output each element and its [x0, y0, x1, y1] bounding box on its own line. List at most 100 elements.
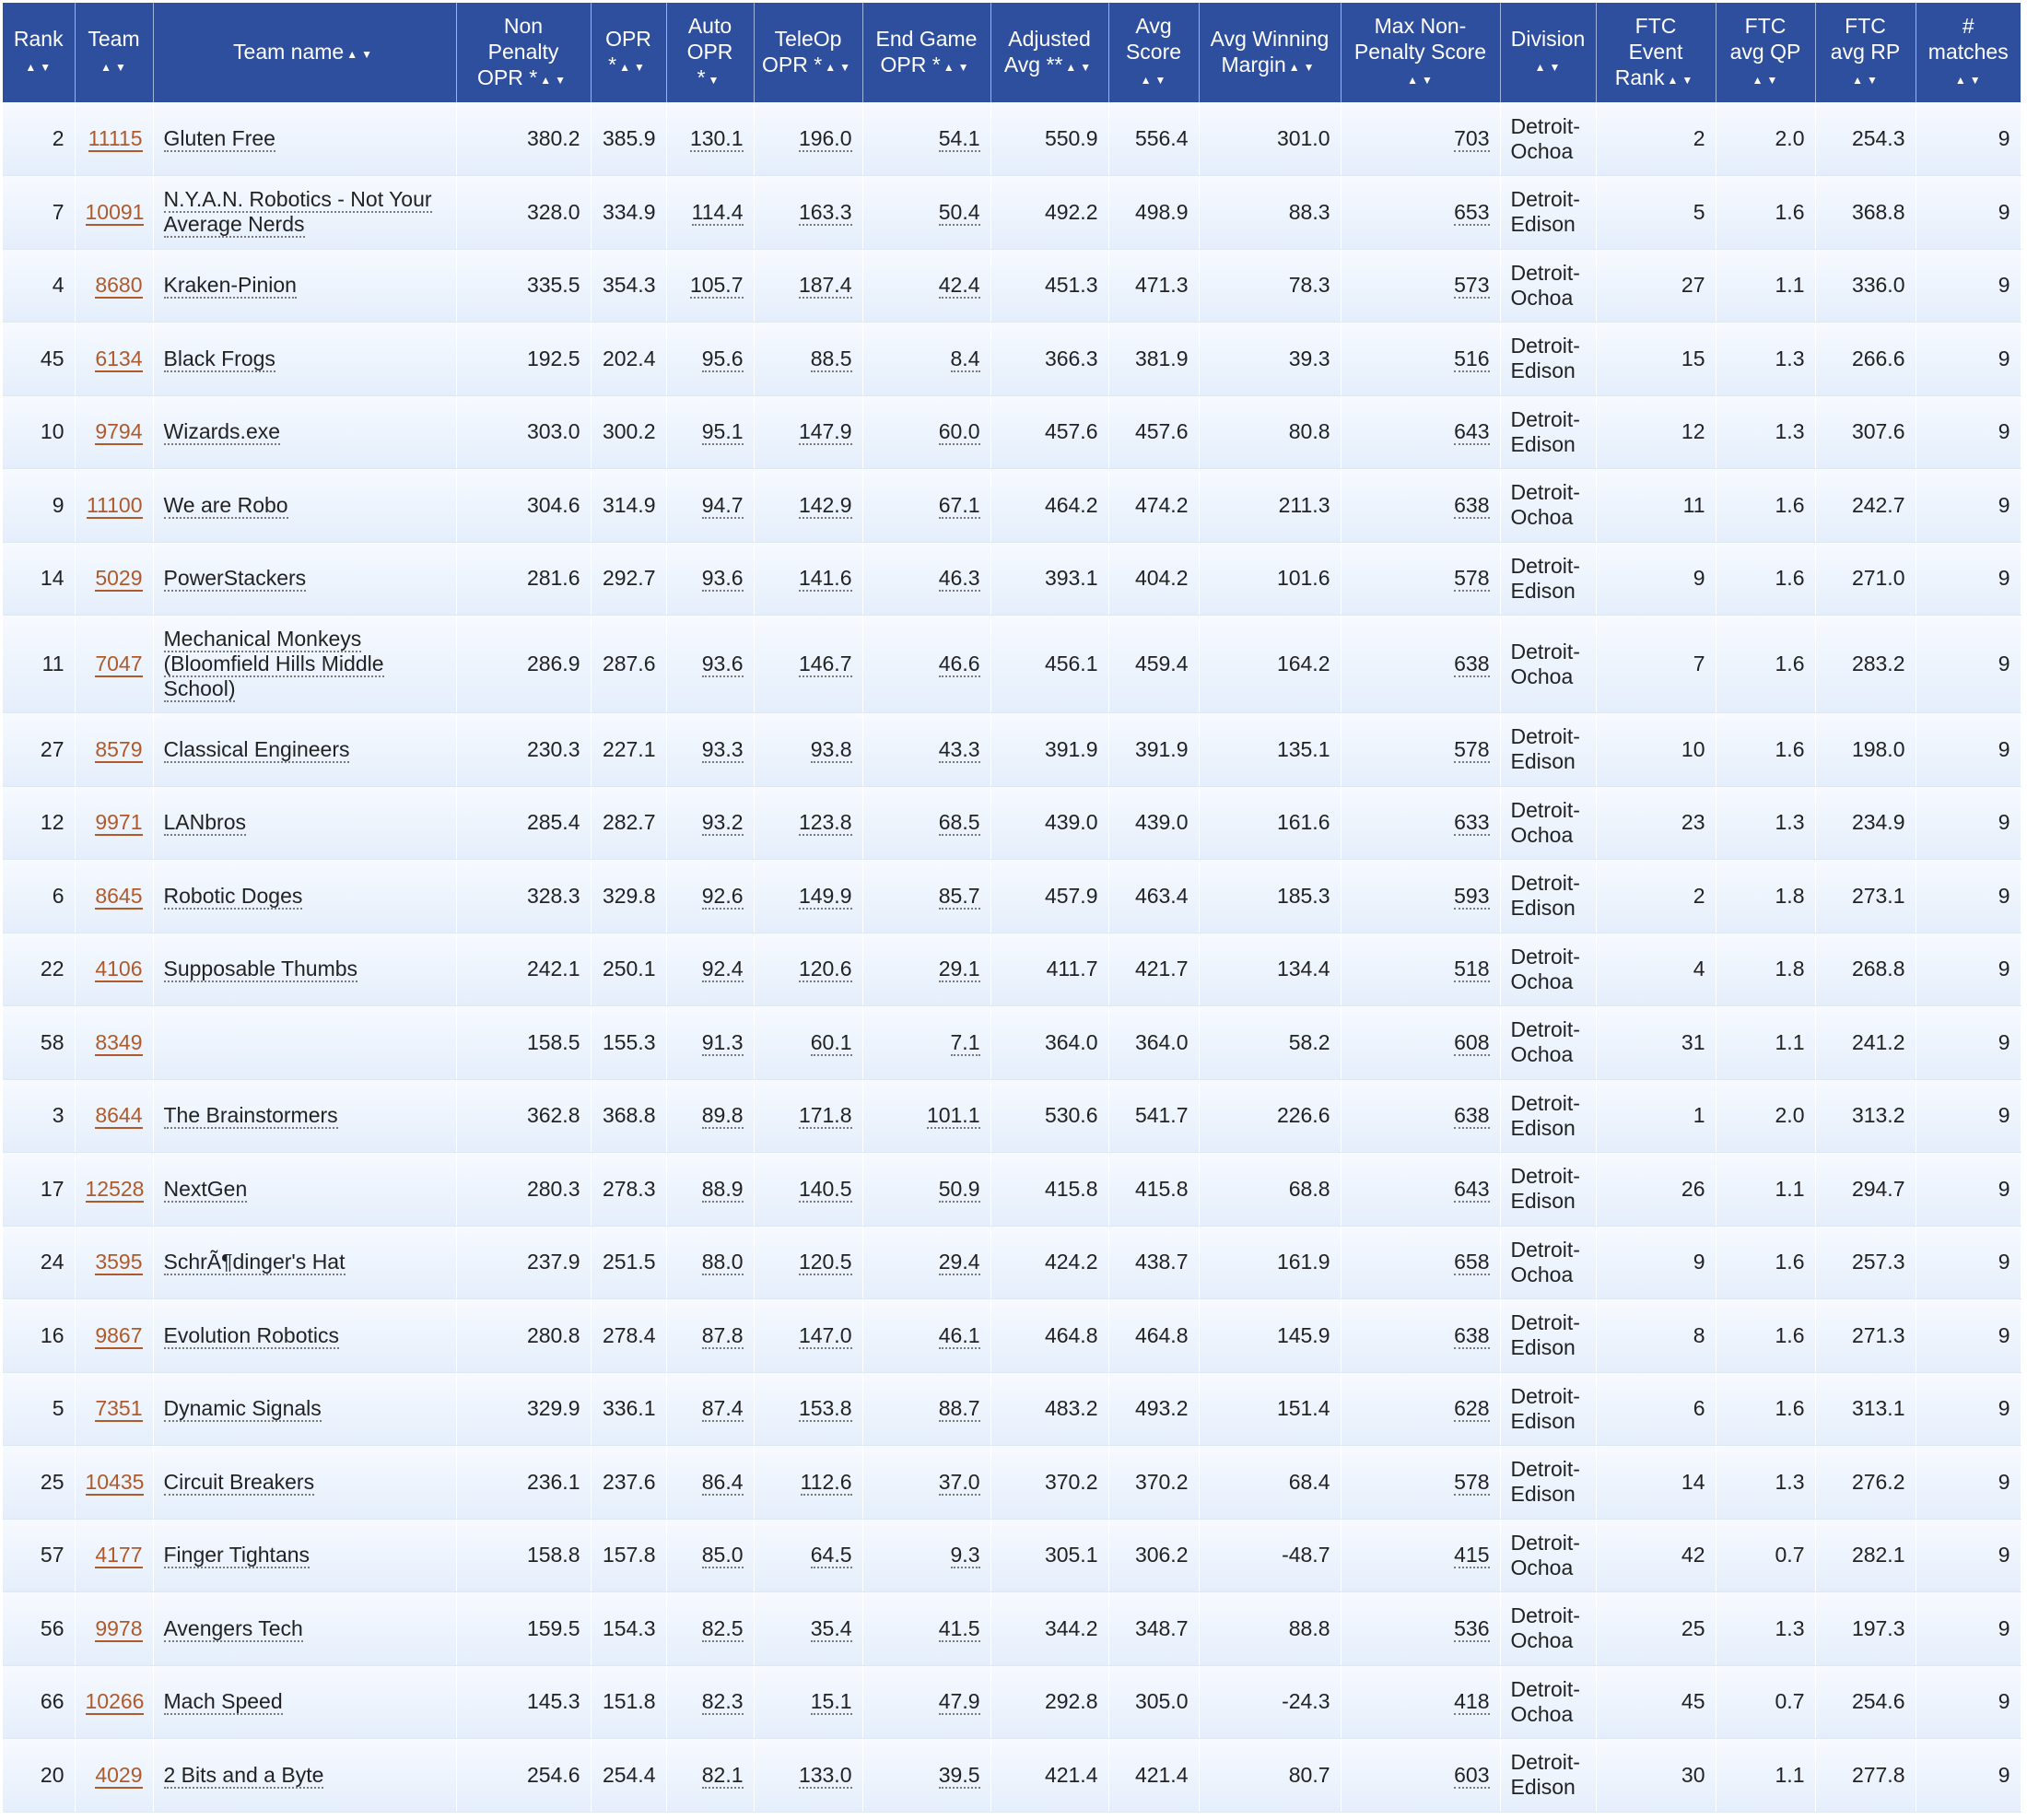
sort-arrows-icon[interactable]: ▲▼: [1955, 67, 1985, 93]
column-header-10[interactable]: Avg Winning Margin ▲▼: [1199, 3, 1342, 102]
cell-team: 7047: [75, 615, 154, 713]
team-number-link[interactable]: 7047: [95, 652, 143, 677]
column-header-12[interactable]: Division▲▼: [1500, 3, 1597, 102]
cell-name: Evolution Robotics: [153, 1298, 457, 1373]
sort-arrows-icon[interactable]: ▲▼: [1535, 54, 1564, 80]
column-header-7[interactable]: End Game OPR * ▲▼: [862, 3, 991, 102]
endgame-value: 46.6: [938, 652, 980, 677]
max-value: 518: [1454, 957, 1490, 983]
cell-matches: 9: [1916, 395, 2021, 469]
team-number-link[interactable]: 10091: [85, 199, 145, 226]
table-row: 66 10266 Mach Speed 145.3 151.8 82.3 15.1 47.9 2…: [3, 1665, 2021, 1739]
sort-arrows-icon[interactable]: ▲▼: [540, 67, 569, 93]
cell-division: Detroit- Edison: [1500, 542, 1597, 616]
cell-endgame: 39.5: [862, 1738, 991, 1813]
cell-matches: 9: [1916, 1665, 2021, 1739]
column-header-0[interactable]: Rank▲▼: [3, 3, 76, 102]
cell-adj: 364.0: [990, 1005, 1109, 1080]
sort-arrows-icon[interactable]: ▲▼: [1667, 67, 1696, 93]
team-number-link[interactable]: 9978: [95, 1615, 143, 1642]
division-text: Detroit-: [1510, 1603, 1580, 1628]
team-number-link[interactable]: 9794: [95, 419, 143, 446]
sort-arrows-icon[interactable]: ▲▼: [1752, 67, 1782, 93]
cell-qp: 1.1: [1716, 1152, 1816, 1227]
cell-division: Detroit- Ochoa: [1500, 615, 1597, 713]
column-header-1[interactable]: Team▲▼: [75, 3, 154, 102]
team-number-link[interactable]: 11100: [86, 492, 143, 519]
sort-arrows-icon[interactable]: ▼: [709, 67, 723, 93]
team-number-link[interactable]: 8644: [95, 1103, 143, 1130]
team-number-link[interactable]: 5029: [95, 566, 143, 593]
team-number-link[interactable]: 4106: [95, 957, 143, 983]
sort-arrows-icon[interactable]: ▲▼: [619, 54, 649, 80]
cell-avg: 493.2: [1108, 1372, 1200, 1446]
team-number-link[interactable]: 10266: [85, 1689, 145, 1716]
cell-max: 516: [1341, 322, 1501, 396]
cell-margin: 80.7: [1199, 1738, 1342, 1813]
endgame-value: 29.1: [938, 957, 980, 983]
team-number-link[interactable]: 9867: [95, 1322, 143, 1349]
division-text: Edison: [1510, 749, 1576, 774]
column-header-9[interactable]: Avg Score▲▼: [1108, 3, 1200, 102]
team-number-link[interactable]: 8680: [95, 273, 143, 299]
cell-max: 643: [1341, 395, 1501, 469]
cell-adj: 456.1: [990, 615, 1109, 713]
sort-arrows-icon[interactable]: ▲▼: [943, 54, 973, 80]
sort-arrows-icon[interactable]: ▲▼: [1289, 54, 1318, 80]
cell-matches: 9: [1916, 102, 2021, 176]
cell-qp: 2.0: [1716, 1079, 1816, 1153]
division-text: Edison: [1510, 1335, 1576, 1360]
sort-arrows-icon[interactable]: ▲▼: [100, 54, 130, 80]
cell-endgame: 7.1: [862, 1005, 991, 1080]
team-number-link[interactable]: 7351: [95, 1396, 143, 1423]
team-number-link[interactable]: 10435: [85, 1469, 145, 1496]
teleop-value: 93.8: [810, 736, 852, 763]
teleop-value: 88.5: [810, 346, 852, 372]
cell-np_opr: 158.5: [456, 1005, 592, 1080]
team-number-link[interactable]: 8645: [95, 883, 143, 910]
sort-arrows-icon[interactable]: ▲▼: [825, 54, 854, 80]
sort-arrows-icon[interactable]: ▲▼: [1407, 67, 1436, 93]
column-header-14[interactable]: FTC avg QP▲▼: [1716, 3, 1816, 102]
cell-avg: 457.6: [1108, 395, 1200, 469]
column-header-16[interactable]: # matches▲▼: [1916, 3, 2021, 102]
cell-avg: 370.2: [1108, 1445, 1200, 1520]
team-number-link[interactable]: 4029: [95, 1762, 143, 1789]
max-value: 415: [1454, 1543, 1490, 1569]
cell-name: Gluten Free: [153, 102, 457, 176]
cell-np_opr: 285.4: [456, 786, 592, 860]
team-number-link[interactable]: 3595: [95, 1250, 143, 1276]
cell-avg: 439.0: [1108, 786, 1200, 860]
endgame-value: 101.1: [926, 1103, 980, 1130]
cell-opr: 237.6: [591, 1445, 667, 1520]
cell-auto: 82.1: [666, 1738, 755, 1813]
sort-arrows-icon[interactable]: ▲▼: [1852, 67, 1881, 93]
team-number-link[interactable]: 8579: [95, 736, 143, 763]
team-number-link[interactable]: 12528: [85, 1176, 145, 1203]
column-header-6[interactable]: TeleOp OPR * ▲▼: [754, 3, 863, 102]
team-number-link[interactable]: 8349: [95, 1029, 143, 1056]
column-header-3[interactable]: Non Penalty OPR * ▲▼: [456, 3, 592, 102]
column-header-8[interactable]: Adjusted Avg ** ▲▼: [990, 3, 1109, 102]
team-number-link[interactable]: 4177: [95, 1543, 143, 1569]
sort-arrows-icon[interactable]: ▲▼: [346, 41, 376, 67]
team-number-link[interactable]: 6134: [95, 346, 143, 372]
sort-arrows-icon[interactable]: ▲▼: [1141, 67, 1170, 93]
teleop-value: 112.6: [800, 1469, 852, 1496]
cell-adj: 292.8: [990, 1665, 1109, 1739]
column-header-11[interactable]: Max Non- Penalty Score▲▼: [1341, 3, 1501, 102]
endgame-value: 88.7: [938, 1396, 980, 1423]
column-header-13[interactable]: FTC Event Rank ▲▼: [1596, 3, 1717, 102]
column-header-2[interactable]: Team name ▲▼: [153, 3, 457, 102]
team-number-link[interactable]: 11115: [88, 126, 143, 152]
cell-teleop: 196.0: [754, 102, 863, 176]
column-header-4[interactable]: OPR * ▲▼: [591, 3, 667, 102]
column-header-5[interactable]: Auto OPR * ▼: [666, 3, 755, 102]
column-header-15[interactable]: FTC avg RP▲▼: [1815, 3, 1916, 102]
cell-rank: 11: [3, 615, 76, 713]
cell-endgame: 50.9: [862, 1152, 991, 1227]
team-number-link[interactable]: 9971: [95, 810, 143, 837]
sort-arrows-icon[interactable]: ▲▼: [25, 54, 54, 80]
sort-arrows-icon[interactable]: ▲▼: [1065, 54, 1095, 80]
cell-margin: 88.8: [1199, 1591, 1342, 1666]
